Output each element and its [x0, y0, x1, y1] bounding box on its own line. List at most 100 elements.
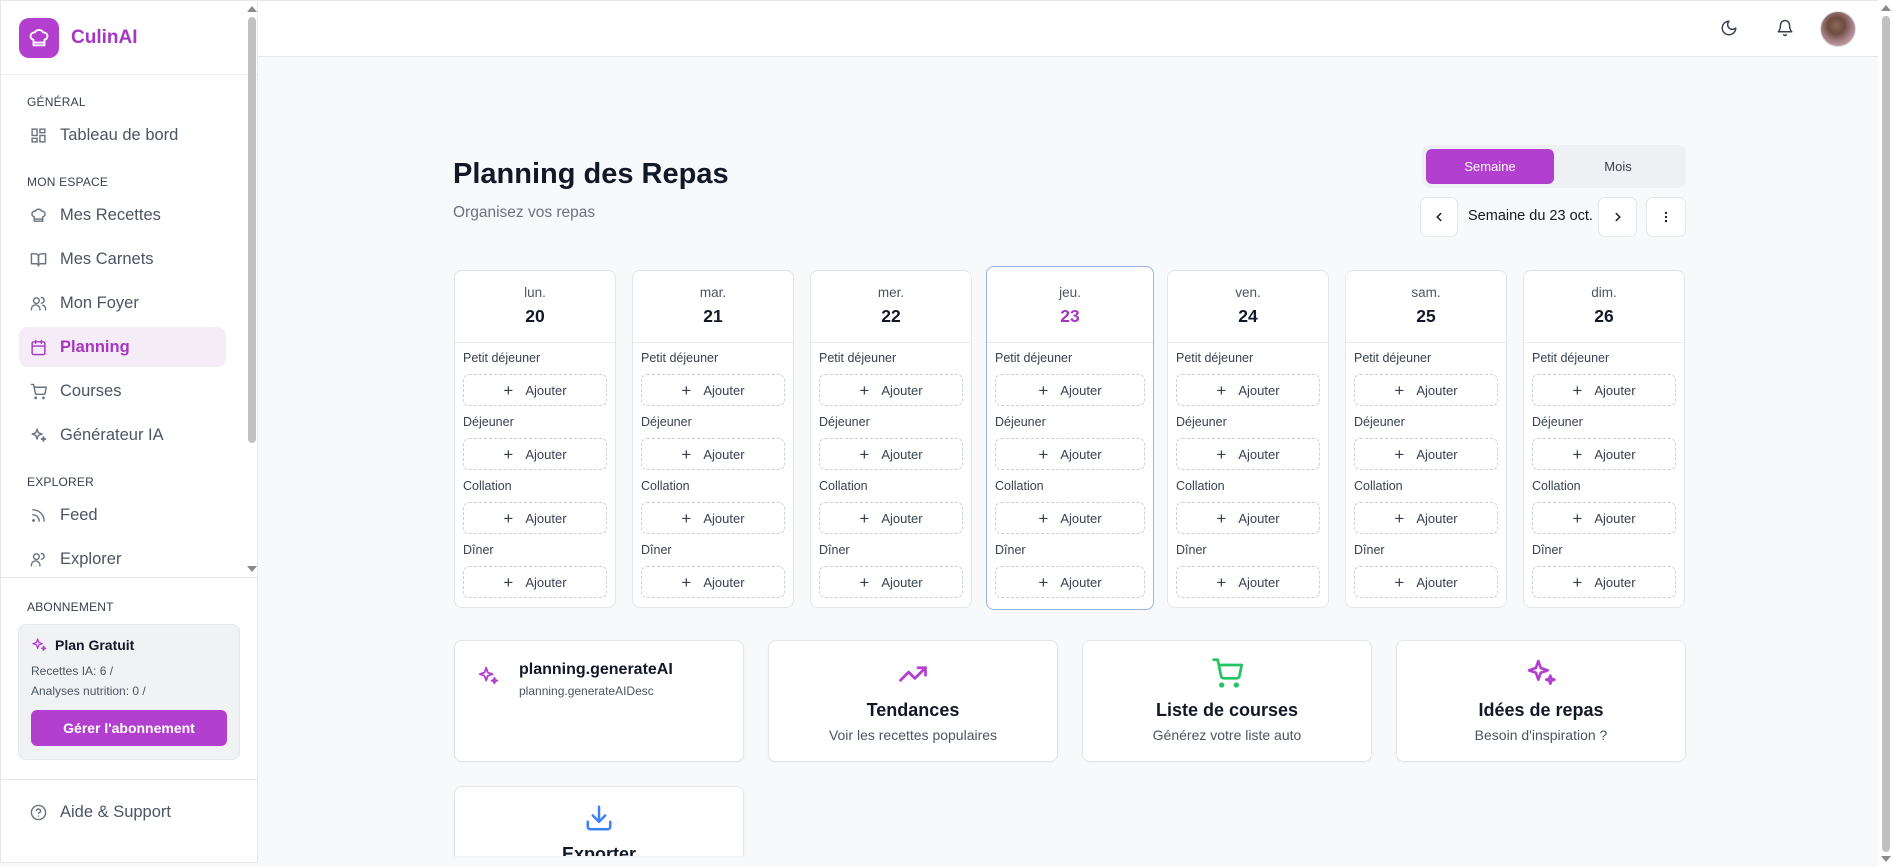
sidebar-item-household[interactable]: Mon Foyer	[19, 283, 226, 323]
meal-label: Déjeuner	[1532, 415, 1583, 429]
bell-icon[interactable]	[1776, 19, 1796, 39]
day-header: sam. 25	[1346, 271, 1506, 343]
page-scrollbar-thumb[interactable]	[1882, 16, 1890, 852]
sidebar-item-explore[interactable]: Explorer	[19, 539, 226, 577]
add-meal-button[interactable]: + Ajouter	[819, 502, 963, 534]
add-meal-button[interactable]: + Ajouter	[1354, 374, 1498, 406]
day-column: dim. 26 Petit déjeuner + Ajouter Déjeuner + Ajo…	[1523, 270, 1685, 608]
brand[interactable]: CulinAI	[1, 1, 257, 75]
meal-slot: Dîner + Ajouter	[811, 543, 971, 598]
ideas-desc: Besoin d'inspiration ?	[1474, 727, 1608, 743]
help-section: Aide & Support	[1, 779, 257, 832]
sidebar-item-recipes[interactable]: Mes Recettes	[19, 195, 226, 235]
day-column: mer. 22 Petit déjeuner + Ajouter Déjeuner + Ajo…	[810, 270, 972, 608]
sidebar-item-ai-generator[interactable]: Générateur IA	[19, 415, 226, 455]
scroll-down-arrow-icon[interactable]	[247, 566, 257, 572]
plus-icon: +	[503, 380, 514, 400]
next-week-button[interactable]	[1598, 197, 1637, 237]
sidebar-scrollbar[interactable]	[244, 1, 259, 577]
add-label: Ajouter	[525, 382, 567, 398]
scroll-up-arrow-icon[interactable]	[247, 6, 257, 12]
sidebar-item-dashboard[interactable]: Tableau de bord	[19, 115, 226, 155]
cart-icon	[1212, 658, 1243, 688]
add-label: Ajouter	[1416, 574, 1458, 590]
sidebar-item-label: Planning	[60, 337, 130, 356]
prev-week-button[interactable]	[1420, 197, 1458, 237]
add-meal-button[interactable]: + Ajouter	[1532, 438, 1676, 470]
add-meal-button[interactable]: + Ajouter	[1176, 374, 1320, 406]
trends-card[interactable]: Tendances Voir les recettes populaires	[768, 640, 1058, 762]
add-meal-button[interactable]: + Ajouter	[995, 374, 1145, 406]
sidebar-item-label: Courses	[60, 381, 122, 400]
sidebar-item-feed[interactable]: Feed	[19, 495, 226, 535]
day-number: 22	[881, 306, 901, 326]
add-meal-button[interactable]: + Ajouter	[995, 502, 1145, 534]
sidebar-item-label: Mes Carnets	[60, 249, 154, 268]
scroll-down-arrow-icon[interactable]	[1881, 856, 1891, 862]
add-meal-button[interactable]: + Ajouter	[641, 438, 785, 470]
moon-icon[interactable]	[1720, 19, 1740, 39]
add-meal-button[interactable]: + Ajouter	[819, 438, 963, 470]
plus-icon: +	[1038, 572, 1049, 592]
scrollbar-thumb[interactable]	[248, 17, 256, 443]
week-label: Semaine du 23 oct.	[1468, 208, 1593, 224]
meal-slot: Dîner + Ajouter	[1168, 543, 1328, 598]
add-label: Ajouter	[1238, 510, 1280, 526]
day-number: 23	[1060, 306, 1080, 326]
export-card[interactable]: Exporter	[454, 786, 744, 856]
meal-slot: Dîner + Ajouter	[987, 543, 1153, 598]
meal-slot: Déjeuner + Ajouter	[1346, 415, 1506, 470]
add-meal-button[interactable]: + Ajouter	[819, 566, 963, 598]
avatar[interactable]	[1820, 11, 1856, 47]
day-name: lun.	[524, 285, 546, 300]
tab-week[interactable]: Semaine	[1426, 149, 1554, 184]
add-meal-button[interactable]: + Ajouter	[641, 374, 785, 406]
add-meal-button[interactable]: + Ajouter	[463, 566, 607, 598]
meal-slot: Collation + Ajouter	[987, 479, 1153, 534]
add-meal-button[interactable]: + Ajouter	[1354, 566, 1498, 598]
shopping-list-card[interactable]: Liste de courses Générez votre liste aut…	[1082, 640, 1372, 762]
sidebar-item-notebooks[interactable]: Mes Carnets	[19, 239, 226, 279]
ai-generate-card[interactable]: planning.generateAI planning.generateAID…	[454, 640, 744, 762]
meal-slot: Petit déjeuner + Ajouter	[811, 351, 971, 406]
add-meal-button[interactable]: + Ajouter	[995, 438, 1145, 470]
meal-slot: Déjeuner + Ajouter	[987, 415, 1153, 470]
manage-subscription-button[interactable]: Gérer l'abonnement	[31, 710, 227, 746]
add-meal-button[interactable]: + Ajouter	[1354, 502, 1498, 534]
add-meal-button[interactable]: + Ajouter	[641, 566, 785, 598]
add-meal-button[interactable]: + Ajouter	[1532, 502, 1676, 534]
add-label: Ajouter	[1416, 510, 1458, 526]
plus-icon: +	[1038, 508, 1049, 528]
add-meal-button[interactable]: + Ajouter	[463, 502, 607, 534]
add-meal-button[interactable]: + Ajouter	[463, 374, 607, 406]
more-options-button[interactable]	[1646, 197, 1686, 237]
subscription-section: ABONNEMENT Plan Gratuit Recettes IA: 6 /…	[1, 577, 257, 760]
day-header: mer. 22	[811, 271, 971, 343]
meal-ideas-card[interactable]: Idées de repas Besoin d'inspiration ?	[1396, 640, 1686, 762]
add-meal-button[interactable]: + Ajouter	[819, 374, 963, 406]
add-meal-button[interactable]: + Ajouter	[641, 502, 785, 534]
chevron-left-icon	[1436, 212, 1442, 222]
tab-month[interactable]: Mois	[1554, 149, 1682, 184]
add-label: Ajouter	[1060, 446, 1102, 462]
add-meal-button[interactable]: + Ajouter	[1176, 566, 1320, 598]
meal-slot: Collation + Ajouter	[633, 479, 793, 534]
meal-slot: Dîner + Ajouter	[455, 543, 615, 598]
add-meal-button[interactable]: + Ajouter	[1532, 566, 1676, 598]
users-icon	[30, 295, 47, 312]
page-scrollbar[interactable]	[1878, 0, 1893, 867]
add-meal-button[interactable]: + Ajouter	[1354, 438, 1498, 470]
calendar-icon	[30, 339, 47, 356]
add-meal-button[interactable]: + Ajouter	[1532, 374, 1676, 406]
add-meal-button[interactable]: + Ajouter	[995, 566, 1145, 598]
sidebar-item-planning[interactable]: Planning	[19, 327, 226, 367]
sidebar-item-help[interactable]: Aide & Support	[19, 792, 239, 832]
add-meal-button[interactable]: + Ajouter	[463, 438, 607, 470]
scroll-up-arrow-icon[interactable]	[1881, 5, 1891, 11]
section-explore-title: EXPLORER	[27, 475, 94, 489]
add-label: Ajouter	[1594, 574, 1636, 590]
sidebar-item-label: Explorer	[60, 549, 122, 568]
sidebar-item-shopping[interactable]: Courses	[19, 371, 226, 411]
add-meal-button[interactable]: + Ajouter	[1176, 438, 1320, 470]
add-meal-button[interactable]: + Ajouter	[1176, 502, 1320, 534]
